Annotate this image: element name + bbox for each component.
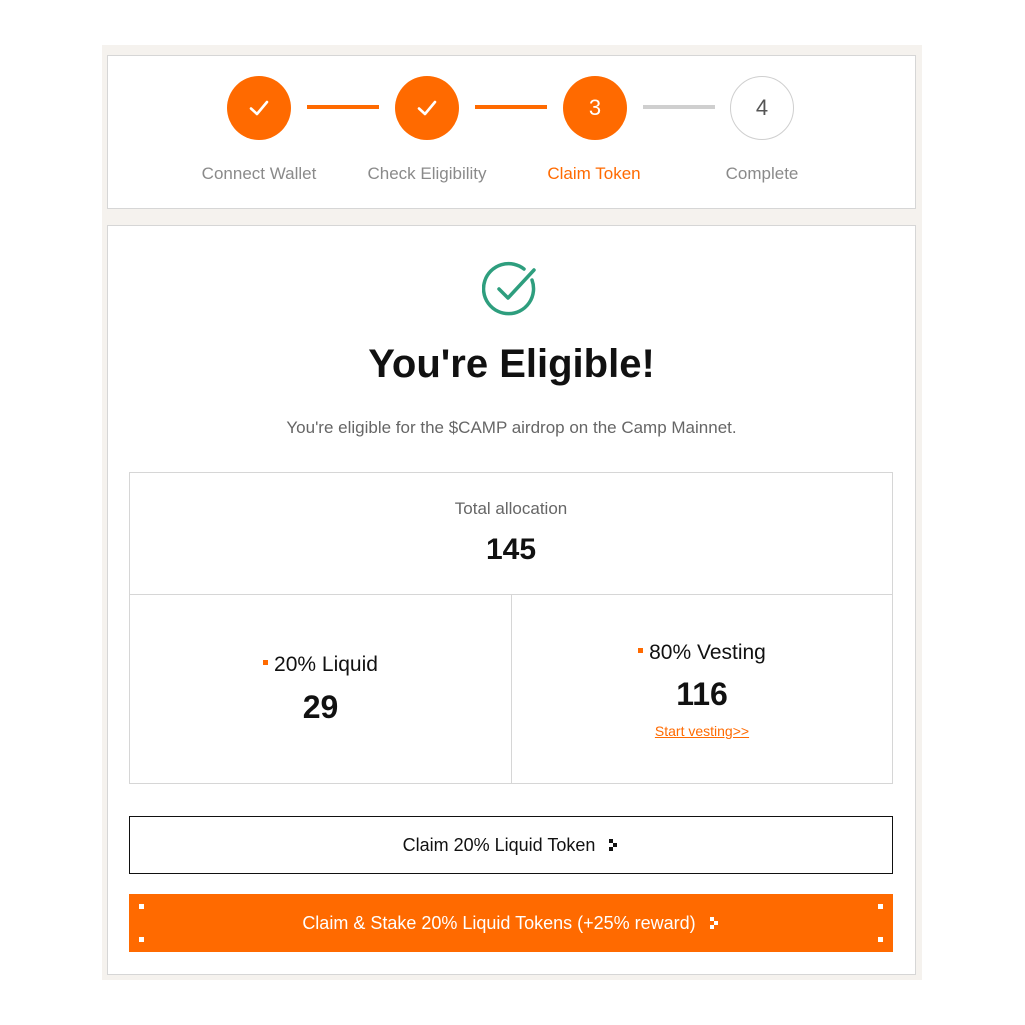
pixel-arrow-icon — [709, 917, 720, 929]
step-label-claim-token: Claim Token — [547, 164, 641, 183]
vesting-allocation-cell: 80% Vesting 116 Start vesting>> — [512, 595, 892, 783]
vesting-label-text: 80% Vesting — [649, 641, 766, 664]
total-allocation-label: Total allocation — [454, 499, 568, 518]
step-number: 3 — [588, 95, 602, 120]
step-complete-indicator: 4 — [730, 76, 794, 140]
corner-decoration — [878, 937, 883, 942]
claim-liquid-token-label: Claim 20% Liquid Token — [402, 834, 596, 855]
pixel-arrow-icon — [609, 839, 619, 851]
total-allocation-value: 145 — [485, 533, 537, 566]
step-claim-token-indicator: 3 — [563, 76, 627, 140]
claim-and-stake-label: Claim & Stake 20% Liquid Tokens (+25% re… — [302, 912, 696, 933]
step-label-connect-wallet: Connect Wallet — [201, 164, 317, 183]
bullet-icon — [638, 647, 644, 653]
step-label-complete: Complete — [725, 164, 799, 183]
eligibility-subtitle: You're eligible for the $CAMP airdrop on… — [286, 418, 737, 437]
step-label-check-eligibility: Check Eligibility — [367, 164, 487, 183]
liquid-allocation-label: 20% Liquid — [130, 653, 511, 677]
corner-decoration — [139, 904, 144, 909]
vesting-allocation-label: 80% Vesting — [512, 641, 892, 665]
step-connector-1 — [307, 105, 379, 109]
step-connector-2 — [475, 105, 547, 109]
check-icon — [417, 100, 437, 116]
claim-liquid-token-button[interactable]: Claim 20% Liquid Token — [129, 816, 893, 874]
page-title: You're Eligible! — [368, 342, 655, 386]
liquid-allocation-cell: 20% Liquid 29 — [130, 595, 511, 783]
corner-decoration — [878, 904, 883, 909]
step-connector-3 — [643, 105, 715, 109]
stepper-card — [107, 55, 916, 209]
vesting-allocation-value: 116 — [676, 676, 728, 712]
liquid-label-text: 20% Liquid — [274, 653, 378, 676]
check-circle-icon — [482, 261, 536, 316]
step-check-eligibility-indicator — [395, 76, 459, 140]
check-icon — [249, 100, 269, 116]
step-number: 4 — [755, 95, 769, 120]
bullet-icon — [263, 659, 269, 665]
step-connect-wallet-indicator — [227, 76, 291, 140]
start-vesting-link[interactable]: Start vesting>> — [512, 723, 892, 739]
corner-decoration — [139, 937, 144, 942]
claim-and-stake-button[interactable]: Claim & Stake 20% Liquid Tokens (+25% re… — [129, 894, 893, 952]
allocation-table: Total allocation 145 20% Liquid 29 80% V… — [129, 472, 893, 784]
liquid-allocation-value: 29 — [302, 689, 339, 725]
